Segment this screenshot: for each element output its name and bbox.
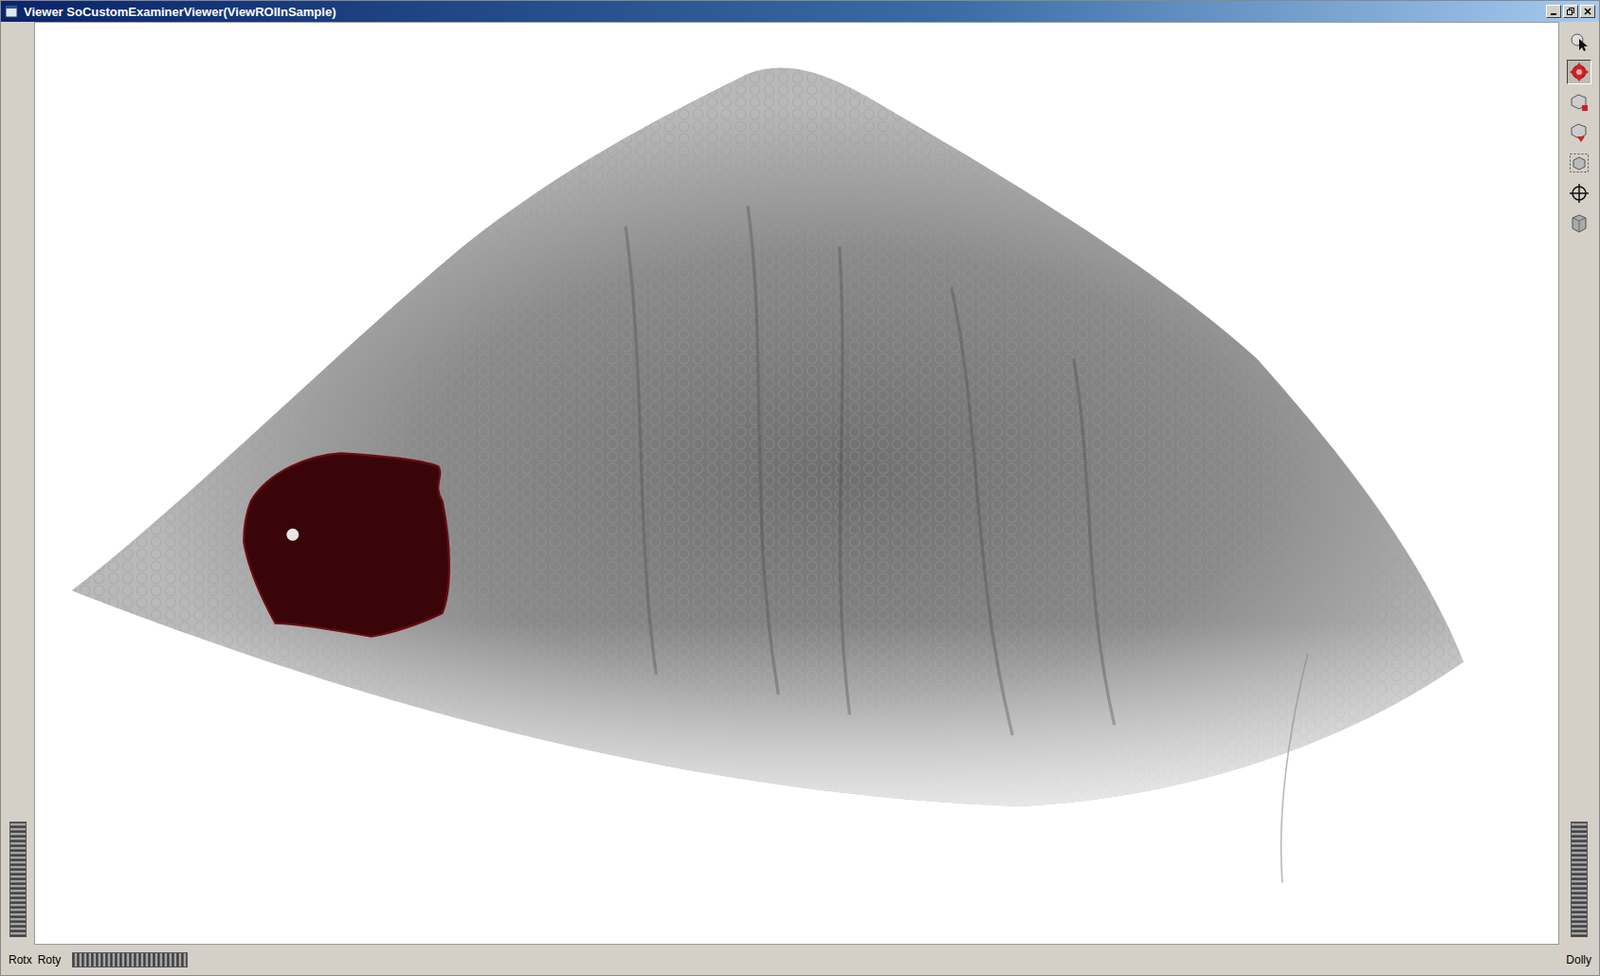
rotx-wheel-vertical[interactable]: [9, 821, 27, 938]
left-panel: [0, 21, 35, 946]
wheel-label: Rotx: [8, 951, 33, 969]
window-title: Viewer SoCustomExaminerViewer(ViewROIInS…: [23, 5, 336, 19]
home-view-icon: [1568, 91, 1590, 113]
toolbar-button[interactable]: [1566, 59, 1592, 85]
title-bar[interactable]: Viewer SoCustomExaminerViewer(ViewROIInS…: [0, 0, 1600, 22]
app-icon: [4, 4, 19, 19]
dolly-wheel[interactable]: [1570, 821, 1588, 938]
restore-button[interactable]: [1563, 4, 1579, 19]
rotate-view-icon: [1568, 61, 1590, 83]
wheel-label: Roty: [37, 951, 62, 969]
volume-render: [35, 22, 1559, 945]
restore-icon: [1565, 6, 1576, 17]
toolbar-button[interactable]: [1566, 181, 1592, 206]
toolbar-button[interactable]: [1566, 90, 1592, 115]
minimize-icon: [1548, 6, 1559, 17]
toolbar-button[interactable]: [1566, 120, 1592, 146]
view-all-icon: [1568, 152, 1590, 174]
dolly-label: Dolly: [1565, 951, 1592, 969]
roi-region: [243, 453, 450, 637]
roty-wheel[interactable]: [72, 952, 188, 968]
minimize-button[interactable]: [1545, 4, 1562, 19]
pick-icon: [1568, 31, 1590, 53]
right-toolbar: [1559, 21, 1600, 946]
close-button[interactable]: [1580, 4, 1596, 19]
viewer-window: Viewer SoCustomExaminerViewer(ViewROIInS…: [0, 0, 1600, 976]
toolbar-button[interactable]: [1566, 150, 1592, 176]
close-icon: [1582, 6, 1593, 17]
toolbar-button[interactable]: [1566, 29, 1592, 55]
set-home-icon: [1568, 122, 1590, 144]
toolbar-button[interactable]: [1566, 211, 1592, 237]
projection-icon: [1568, 213, 1590, 235]
seek-icon: [1568, 182, 1590, 204]
viewport[interactable]: [34, 21, 1560, 946]
bottom-bar: RotxRoty Dolly: [0, 945, 1600, 976]
